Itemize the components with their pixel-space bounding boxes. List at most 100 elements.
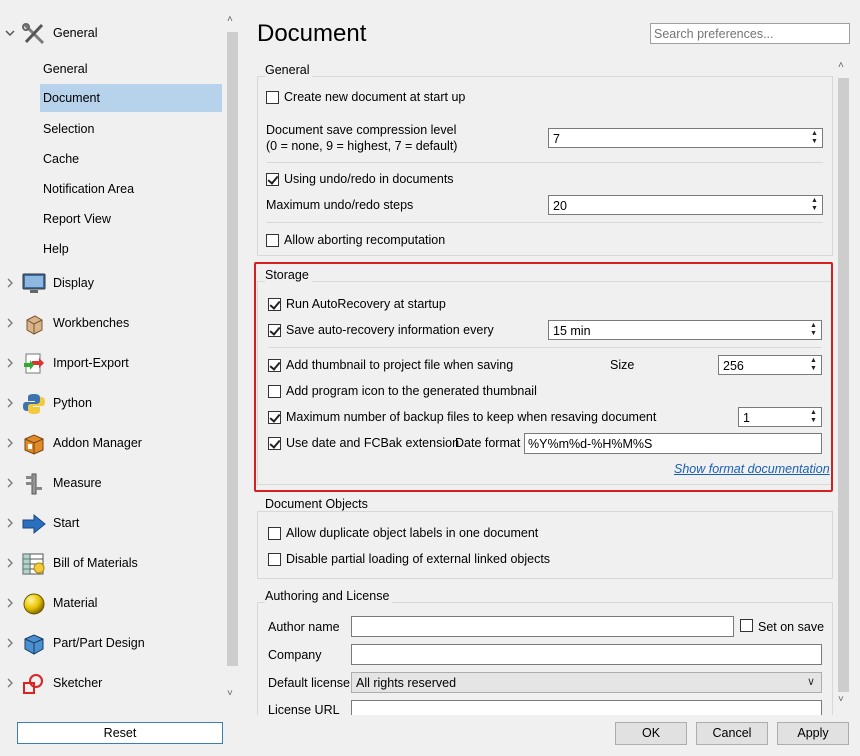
spin-arrows-icon[interactable]: ▲ ▼: [808, 197, 821, 213]
tree-item-addon-manager[interactable]: Addon Manager: [0, 428, 222, 458]
disable-partial-checkbox[interactable]: [268, 553, 281, 566]
python-icon: [22, 393, 46, 415]
author-name-field[interactable]: [351, 616, 734, 637]
chevron-right-icon[interactable]: [4, 637, 16, 649]
sphere-icon: [22, 593, 46, 615]
allow-duplicate-checkbox[interactable]: [268, 527, 281, 540]
scroll-up-icon[interactable]: ˄: [227, 14, 233, 25]
chevron-right-icon[interactable]: [4, 397, 16, 409]
tree-item-sketcher[interactable]: Sketcher: [0, 668, 222, 698]
tree-item-measure[interactable]: Measure: [0, 468, 222, 498]
chevron-down-icon[interactable]: [4, 27, 16, 39]
compression-hint: (0 = none, 9 = highest, 7 = default): [266, 139, 458, 153]
tree-item-display[interactable]: Display: [0, 268, 222, 298]
monitor-icon: [22, 273, 46, 295]
search-input[interactable]: [650, 23, 850, 44]
tree-item-part-design[interactable]: Part/Part Design: [0, 628, 222, 658]
tree-subitem-label: General: [43, 62, 88, 76]
tree-item-label: Bill of Materials: [53, 556, 138, 570]
undo-redo-checkbox[interactable]: [266, 173, 279, 186]
chevron-right-icon[interactable]: [4, 597, 16, 609]
tree-item-python[interactable]: Python: [0, 388, 222, 418]
compression-spinbox[interactable]: 7 ▲ ▼: [548, 128, 823, 148]
create-new-doc-label: Create new document at start up: [284, 90, 466, 104]
tree-item-import-export[interactable]: Import-Export: [0, 348, 222, 378]
set-on-save-checkbox[interactable]: [740, 619, 753, 632]
max-undo-spinbox[interactable]: 20 ▲ ▼: [548, 195, 823, 215]
tree-item-label: Sketcher: [53, 676, 103, 690]
spin-arrows-icon[interactable]: ▲ ▼: [808, 130, 821, 146]
tree-item-label: General: [53, 26, 98, 40]
preferences-tree: General General Document Selection Cache…: [0, 0, 240, 715]
allow-abort-label: Allow aborting recomputation: [284, 233, 446, 247]
tree-item-label: Start: [53, 516, 80, 530]
tree-item-start[interactable]: Start: [0, 508, 222, 538]
chevron-right-icon[interactable]: [4, 677, 16, 689]
divider: [266, 162, 823, 163]
scroll-down-icon[interactable]: ˅: [227, 688, 233, 699]
tree-subitem-label: Selection: [43, 122, 95, 136]
chevron-right-icon[interactable]: [4, 557, 16, 569]
set-on-save-label: Set on save: [758, 620, 825, 634]
default-license-label: Default license: [268, 676, 350, 690]
tree-scrollbar-thumb[interactable]: [227, 32, 238, 666]
ok-button[interactable]: OK: [615, 722, 687, 745]
license-url-field[interactable]: [351, 700, 822, 715]
authoring-group-title: Authoring and License: [265, 589, 393, 603]
tree-subitem-help[interactable]: Help: [40, 235, 222, 263]
chevron-down-icon[interactable]: ∨: [807, 675, 815, 688]
compression-value: 7: [553, 132, 560, 146]
chevron-right-icon[interactable]: [4, 317, 16, 329]
disable-partial-label: Disable partial loading of external link…: [286, 552, 551, 566]
company-field[interactable]: [351, 644, 822, 665]
chevron-right-icon[interactable]: [4, 517, 16, 529]
scroll-down-icon[interactable]: ˅: [838, 694, 844, 705]
content-scrollbar-thumb[interactable]: [838, 78, 849, 692]
tree-subitem-label: Notification Area: [43, 182, 135, 196]
license-url-label: License URL: [268, 703, 340, 715]
allow-abort-checkbox[interactable]: [266, 234, 279, 247]
tree-subitem-report-view[interactable]: Report View: [40, 205, 222, 233]
addon-box-icon: [22, 433, 46, 455]
tree-subitem-label: Cache: [43, 152, 80, 166]
apply-button[interactable]: Apply: [777, 722, 849, 745]
tree-item-bill-of-materials[interactable]: Bill of Materials: [0, 548, 222, 578]
tree-subitem-label: Report View: [43, 212, 111, 226]
doc-objects-group: [257, 511, 833, 579]
page-title: Document: [257, 20, 367, 47]
cancel-button[interactable]: Cancel: [696, 722, 768, 745]
spreadsheet-icon: [22, 553, 46, 575]
caliper-icon: [22, 473, 46, 495]
tree-item-workbenches[interactable]: Workbenches: [0, 308, 222, 338]
content-scrollbar[interactable]: ˄ ˅: [835, 58, 851, 712]
tree-scrollbar[interactable]: ˄ ˅: [224, 12, 240, 705]
company-label: Company: [268, 648, 322, 662]
tree-item-general[interactable]: General: [0, 18, 222, 48]
allow-duplicate-label: Allow duplicate object labels in one doc…: [286, 526, 539, 540]
default-license-select[interactable]: All rights reserved ∨: [351, 672, 822, 693]
tree-item-label: Measure: [53, 476, 102, 490]
max-undo-label: Maximum undo/redo steps: [266, 198, 414, 212]
chevron-right-icon[interactable]: [4, 437, 16, 449]
reset-button[interactable]: Reset: [17, 722, 223, 744]
scroll-up-icon[interactable]: ˄: [838, 60, 844, 71]
undo-redo-label: Using undo/redo in documents: [284, 172, 454, 186]
create-new-doc-checkbox[interactable]: [266, 91, 279, 104]
tree-subitem-notification-area[interactable]: Notification Area: [40, 175, 222, 203]
tree-item-label: Display: [53, 276, 94, 290]
doc-objects-group-title: Document Objects: [265, 497, 371, 511]
tree-subitem-cache[interactable]: Cache: [40, 145, 222, 173]
tree-item-material[interactable]: Material: [0, 588, 222, 618]
chevron-right-icon[interactable]: [4, 477, 16, 489]
tree-subitem-selection[interactable]: Selection: [40, 115, 222, 143]
max-undo-value: 20: [553, 199, 567, 213]
tree-item-label: Import-Export: [53, 356, 129, 370]
cube-icon: [22, 633, 46, 655]
compression-label: Document save compression level: [266, 123, 457, 137]
divider: [266, 222, 823, 223]
tree-subitem-document[interactable]: Document: [40, 84, 222, 112]
tree-subitem-general[interactable]: General: [40, 55, 222, 83]
chevron-right-icon[interactable]: [4, 277, 16, 289]
chevron-right-icon[interactable]: [4, 357, 16, 369]
tree-item-label: Workbenches: [53, 316, 130, 330]
